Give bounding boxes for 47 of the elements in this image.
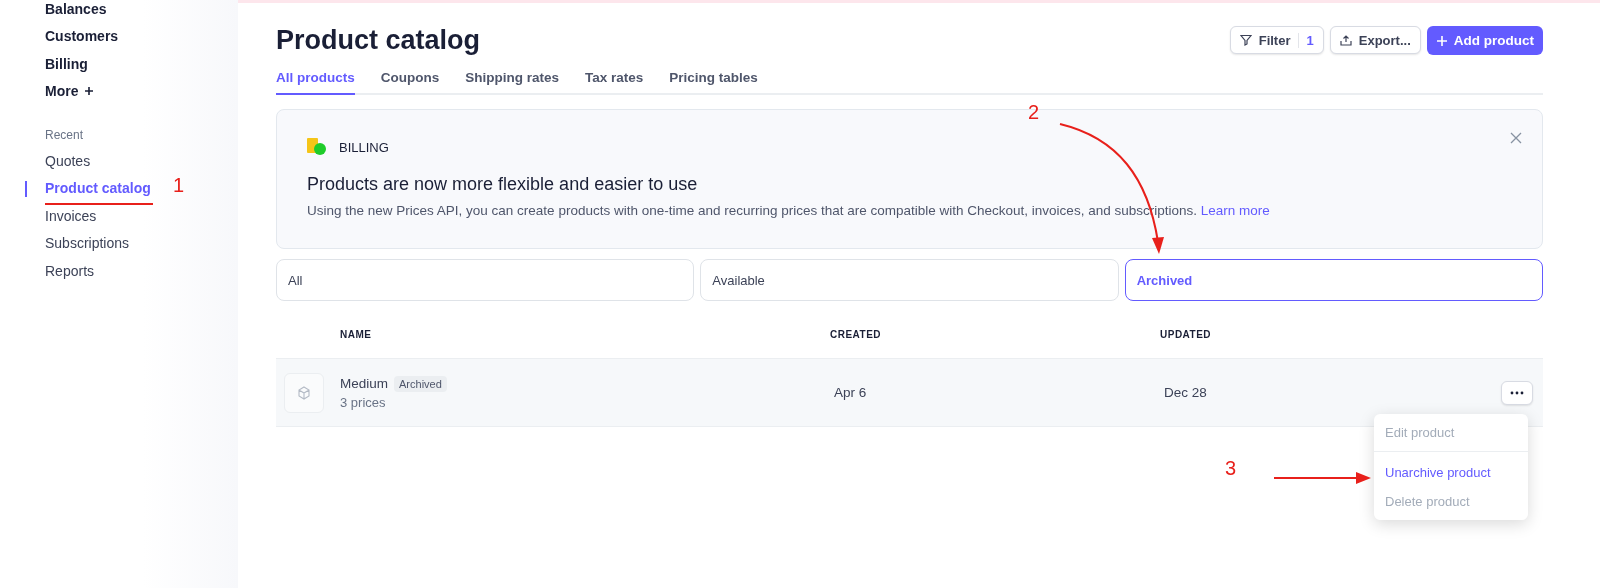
tab[interactable]: Shipping rates: [465, 64, 560, 95]
status-badge: Archived: [394, 375, 447, 392]
tab[interactable]: All products: [276, 64, 355, 95]
column-header: CREATED: [830, 329, 883, 340]
tab[interactable]: Coupons: [380, 64, 440, 95]
add-product-button[interactable]: Add product: [1426, 26, 1543, 55]
table-row[interactable]: Medium Archived 3 prices Apr 6 Dec 28: [276, 359, 1543, 427]
plus-icon: [1435, 34, 1448, 47]
active-indicator: [25, 180, 27, 197]
annotation-number: 2: [1028, 101, 1040, 124]
export-button[interactable]: Export...: [1329, 26, 1421, 54]
price-count: 3 prices: [340, 394, 387, 410]
billing-logo-icon: [307, 138, 327, 156]
table-cell-text: Apr 6: [833, 385, 868, 400]
menu-item[interactable]: Unarchive product: [1374, 458, 1528, 487]
sidebar-item[interactable]: Balances: [45, 0, 107, 23]
section-heading: Recent: [45, 127, 85, 144]
column-header: NAME: [340, 329, 373, 340]
tab[interactable]: Tax rates: [585, 64, 644, 95]
status-filter[interactable]: Archived: [1124, 259, 1543, 301]
sidebar-item[interactable]: Reports: [45, 257, 95, 285]
filter-button[interactable]: Filter 1: [1229, 26, 1324, 54]
page-title: Product catalog: [276, 25, 481, 56]
sidebar-item[interactable]: Invoices: [45, 202, 97, 230]
sidebar-item[interactable]: More: [45, 77, 95, 105]
close-icon[interactable]: [1510, 132, 1522, 144]
sidebar-item[interactable]: Quotes: [45, 147, 91, 175]
more-icon: [1510, 390, 1524, 395]
sidebar-item[interactable]: Subscriptions: [45, 229, 130, 257]
learn-more-link[interactable]: Learn more: [1200, 203, 1270, 218]
banner-tag: BILLING: [339, 139, 389, 155]
cube-icon: [297, 385, 311, 400]
product-name: Medium: [340, 376, 388, 391]
table-cell-text: Dec 28: [1163, 385, 1208, 400]
annotation-number: 1: [173, 174, 185, 197]
sidebar-item[interactable]: Billing: [45, 50, 88, 78]
sidebar-item[interactable]: Product catalog: [45, 174, 151, 202]
banner-heading: Products are now more flexible and easier to use: [307, 174, 699, 195]
filter-icon: [1239, 34, 1252, 46]
column-header: UPDATED: [1160, 329, 1213, 340]
status-filter[interactable]: Available: [700, 259, 1119, 301]
status-filter[interactable]: All: [276, 259, 695, 301]
tab[interactable]: Pricing tables: [669, 64, 758, 95]
more-button[interactable]: [1501, 380, 1533, 405]
annotation-number: 3: [1225, 457, 1237, 480]
export-icon: [1339, 34, 1352, 46]
sidebar-item[interactable]: Customers: [45, 22, 119, 50]
